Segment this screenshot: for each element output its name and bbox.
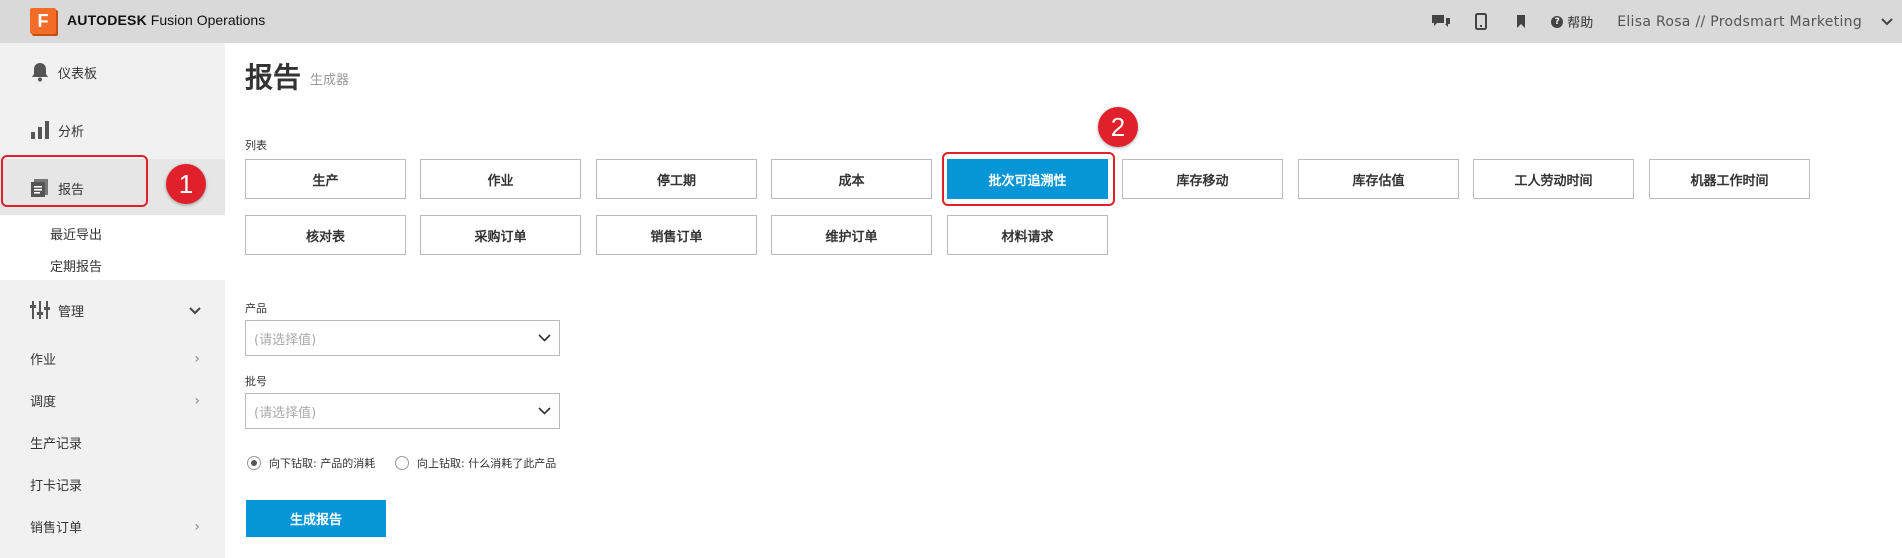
radio-dot [251, 460, 257, 466]
sliders-icon [28, 300, 52, 320]
report-type-material-requests[interactable]: 材料请求 [947, 215, 1108, 255]
sidebar-item-analytics[interactable]: 分析 [0, 101, 225, 159]
sidebar-item-jobs[interactable]: 作业 › [30, 349, 200, 369]
chevron-right-icon: › [194, 350, 200, 367]
help-label: 帮助 [1567, 16, 1594, 31]
sidebar: 仪表板 分析 报告 最近导出 定期报告 管理 作业 › 调度 › 生产记录 打卡 [0, 43, 225, 558]
help-link[interactable]: ? 帮助 [1551, 12, 1593, 31]
radio-button-selected[interactable] [247, 456, 261, 470]
list-label: 列表 [245, 139, 267, 152]
sidebar-item-label: 分析 [58, 124, 85, 140]
report-type-worker-labor-time[interactable]: 工人劳动时间 [1473, 159, 1634, 199]
report-type-production[interactable]: 生产 [245, 159, 406, 199]
chevron-down-icon[interactable] [1872, 17, 1902, 26]
chevron-down-icon [189, 304, 201, 319]
chevron-right-icon: › [194, 518, 200, 535]
bar-chart-icon [28, 118, 52, 142]
bookmark-icon[interactable] [1501, 0, 1541, 43]
sidebar-item-label: 打卡记录 [30, 479, 83, 494]
chat-icon[interactable] [1421, 0, 1461, 43]
sidebar-item-label: 调度 [30, 395, 57, 410]
brand-product: Fusion Operations [146, 12, 266, 28]
radio-drill-up-label: 向上钻取: 什么消耗了此产品 [417, 457, 557, 470]
batch-label: 批号 [245, 375, 267, 388]
brand-name: AUTODESK Fusion Operations [67, 12, 265, 28]
sidebar-item-clock-records[interactable]: 打卡记录 [30, 475, 200, 494]
top-right-actions: ? 帮助 Elisa Rosa // Prodsmart Marketing [1421, 0, 1902, 43]
top-bar: F AUTODESK Fusion Operations ? 帮助 Elisa … [0, 0, 1902, 43]
product-select-placeholder: (请选择值) [254, 332, 317, 348]
report-type-purchase-orders[interactable]: 采购订单 [420, 215, 581, 255]
sidebar-item-production-records[interactable]: 生产记录 [30, 433, 200, 452]
product-label: 产品 [245, 302, 267, 315]
radio-button[interactable] [395, 456, 409, 470]
chevron-down-icon [538, 331, 551, 346]
product-select[interactable]: (请选择值) [245, 320, 560, 356]
radio-drill-up[interactable]: 向上钻取: 什么消耗了此产品 [395, 455, 556, 471]
chevron-right-icon: › [194, 392, 200, 409]
sidebar-item-dashboard[interactable]: 仪表板 [0, 43, 225, 101]
sidebar-item-label: 管理 [58, 304, 85, 320]
sidebar-subitem-recent-exports[interactable]: 最近导出 [50, 224, 102, 243]
sidebar-item-sales-orders[interactable]: 销售订单 › [30, 517, 200, 537]
help-icon: ? [1551, 15, 1564, 28]
batch-select-placeholder: (请选择值) [254, 405, 317, 421]
report-type-machine-work-time[interactable]: 机器工作时间 [1649, 159, 1810, 199]
sidebar-subitem-scheduled-reports[interactable]: 定期报告 [50, 256, 102, 275]
radio-drill-down[interactable]: 向下钻取: 产品的消耗 [247, 455, 375, 471]
mobile-icon[interactable] [1461, 0, 1501, 43]
report-type-checklist[interactable]: 核对表 [245, 215, 406, 255]
sidebar-item-label: 生产记录 [30, 437, 83, 452]
reports-submenu: 最近导出 定期报告 [0, 215, 225, 280]
page-subtitle: 生成器 [310, 73, 350, 88]
annotation-highlight-batch-traceability [942, 152, 1115, 206]
user-account[interactable]: Elisa Rosa // Prodsmart Marketing [1617, 14, 1862, 30]
annotation-marker-2: 2 [1098, 107, 1138, 147]
report-type-cost[interactable]: 成本 [771, 159, 932, 199]
sidebar-item-label: 销售订单 [30, 521, 83, 536]
sidebar-item-label: 作业 [30, 353, 57, 368]
report-type-maintenance-orders[interactable]: 维护订单 [771, 215, 932, 255]
report-type-jobs[interactable]: 作业 [420, 159, 581, 199]
sidebar-item-management[interactable]: 管理 [0, 288, 225, 332]
batch-select[interactable]: (请选择值) [245, 393, 560, 429]
chevron-down-icon [538, 404, 551, 419]
page-title: 报告 [245, 61, 302, 94]
brand-autodesk: AUTODESK [67, 12, 147, 28]
report-type-inventory-movement[interactable]: 库存移动 [1122, 159, 1283, 199]
fusion-logo[interactable]: F [30, 8, 56, 34]
sidebar-item-scheduling[interactable]: 调度 › [30, 391, 200, 411]
report-type-sales-orders[interactable]: 销售订单 [596, 215, 757, 255]
bell-icon [28, 60, 52, 84]
generate-report-button[interactable]: 生成报告 [246, 500, 386, 537]
annotation-highlight-reports [1, 155, 148, 207]
report-type-inventory-valuation[interactable]: 库存估值 [1298, 159, 1459, 199]
radio-drill-down-label: 向下钻取: 产品的消耗 [269, 457, 376, 470]
report-type-downtime[interactable]: 停工期 [596, 159, 757, 199]
annotation-marker-1: 1 [166, 164, 206, 204]
sidebar-item-label: 仪表板 [58, 66, 98, 82]
